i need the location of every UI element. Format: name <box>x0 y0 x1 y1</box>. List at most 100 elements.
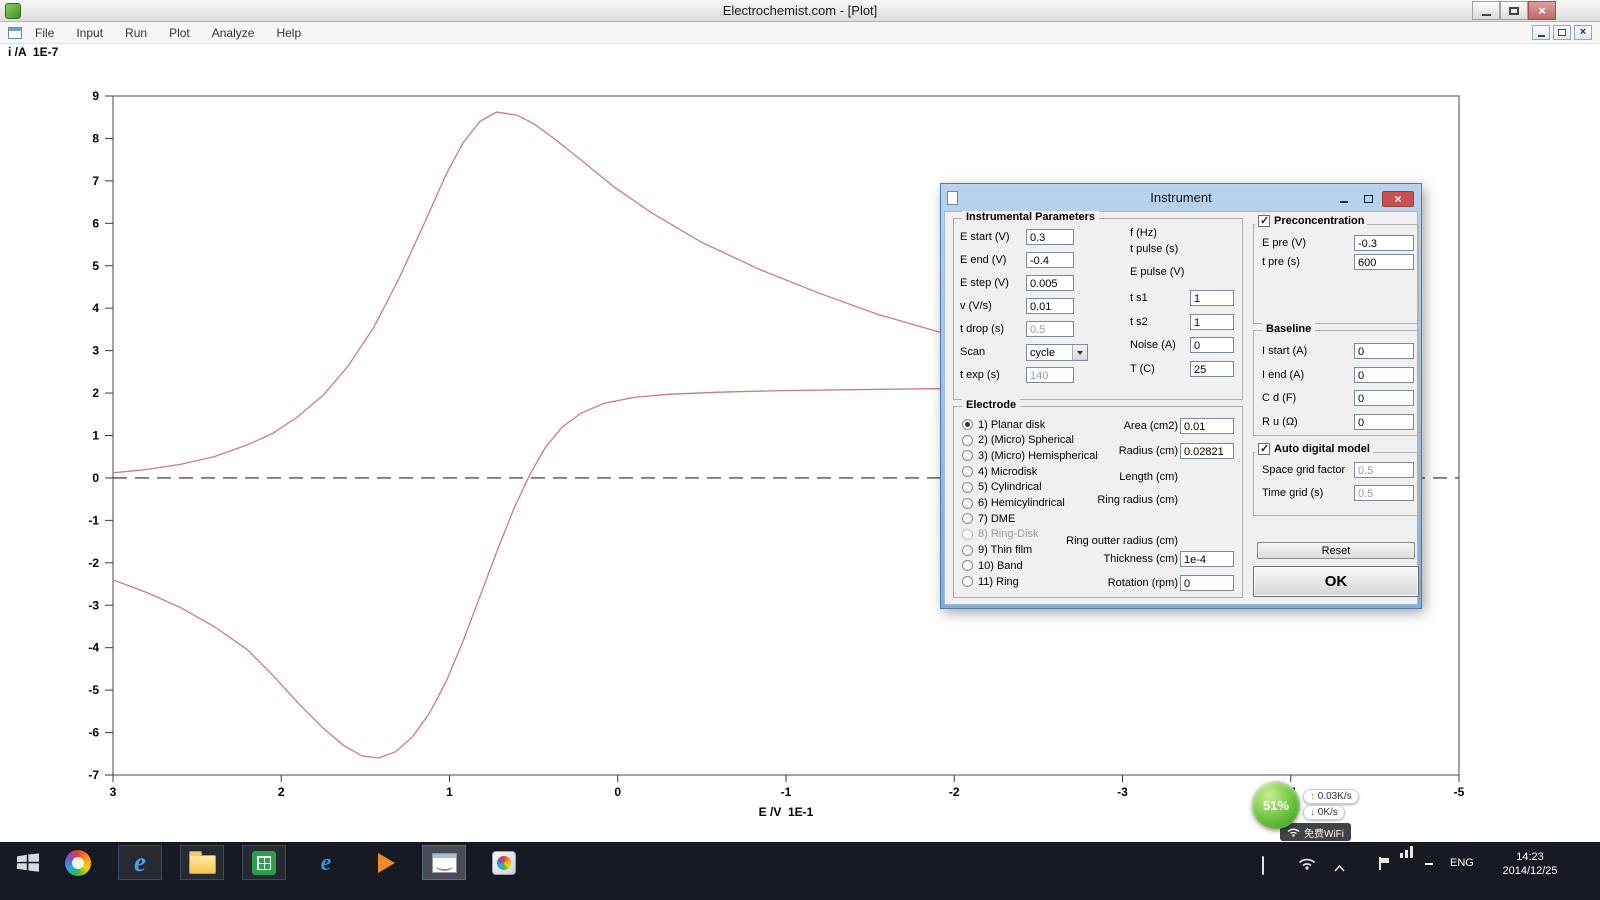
up-arrow-icon: ↑ <box>1310 791 1315 802</box>
taskbar-internet-explorer[interactable]: e <box>118 845 162 880</box>
taskbar-media-player[interactable] <box>364 845 408 880</box>
touch-keyboard-button[interactable] <box>1262 857 1264 875</box>
field-label: Area (cm2) <box>1014 420 1178 432</box>
field-label: T (C) <box>1130 363 1155 375</box>
maximize-icon <box>1364 195 1373 203</box>
e-end-v-input[interactable]: -0.4 <box>1026 252 1074 268</box>
download-speed: 0K/s <box>1318 807 1338 818</box>
ok-button[interactable]: OK <box>1253 566 1419 597</box>
i-start-a-input[interactable]: 0 <box>1354 343 1414 359</box>
y-tick-label: -7 <box>88 768 99 782</box>
x-axis-title: E /V 1E-1 <box>706 805 866 819</box>
taskbar-file-explorer[interactable] <box>180 845 224 880</box>
electrode-option-11-ring[interactable]: 11) Ring <box>962 575 1019 588</box>
menu-help[interactable]: Help <box>265 22 312 44</box>
field-label: Rotation (rpm) <box>1014 577 1178 589</box>
clock-time: 14:23 <box>1492 850 1568 864</box>
chevron-up-icon <box>1334 865 1345 872</box>
r-u-input[interactable]: 0 <box>1354 414 1414 430</box>
network-button[interactable] <box>1298 856 1316 875</box>
electrode-option-7-dme[interactable]: 7) DME <box>962 512 1015 525</box>
dialog-maximize-button[interactable] <box>1358 191 1378 206</box>
scan-select[interactable]: cycle <box>1026 344 1088 361</box>
field-label: E end (V) <box>960 254 1006 266</box>
v-v-s-input[interactable]: 0.01 <box>1026 298 1074 314</box>
360-browser-icon <box>65 850 91 876</box>
field-label: t exp (s) <box>960 369 1000 381</box>
e-pre-v-input[interactable]: -0.3 <box>1354 235 1414 251</box>
window-maximize-button[interactable] <box>1500 1 1528 20</box>
plot-window-icon <box>432 853 457 873</box>
checkbox-icon <box>1258 215 1270 227</box>
preconcentration-checkbox[interactable]: Preconcentration <box>1255 215 1367 227</box>
mdi-minimize-button[interactable] <box>1532 25 1550 40</box>
area-cm2-input[interactable]: 0.01 <box>1180 418 1234 434</box>
radio-icon <box>962 435 973 446</box>
group-title: Electrode <box>962 399 1020 411</box>
speed-ball[interactable]: 51% <box>1252 781 1300 829</box>
select-value: cycle <box>1030 347 1055 359</box>
field-label: t drop (s) <box>960 323 1004 335</box>
radio-icon <box>962 482 973 493</box>
close-icon: × <box>1394 192 1401 206</box>
mdi-restore-button[interactable] <box>1553 25 1571 40</box>
time-grid-s-input: 0.5 <box>1354 485 1414 501</box>
t-s1-input[interactable]: 1 <box>1190 290 1234 306</box>
taskbar-360-browser[interactable] <box>56 845 100 880</box>
field-label: t s1 <box>1130 292 1148 304</box>
field-label: E pulse (V) <box>1130 266 1184 278</box>
dialog-minimize-button[interactable] <box>1334 191 1354 206</box>
y-tick-label: -4 <box>88 641 99 655</box>
mdi-close-button[interactable]: × <box>1574 25 1592 40</box>
menu-input[interactable]: Input <box>65 22 114 44</box>
radio-icon <box>962 513 973 524</box>
radio-label: 7) DME <box>978 513 1015 525</box>
y-tick-label: -6 <box>88 726 99 740</box>
window-close-button[interactable]: × <box>1528 1 1556 20</box>
c-d-f-input[interactable]: 0 <box>1354 390 1414 406</box>
field-label: I start (A) <box>1262 345 1307 357</box>
field-label: Time grid (s) <box>1262 487 1323 499</box>
t-s2-input[interactable]: 1 <box>1190 314 1234 330</box>
taskbar-paint-app[interactable] <box>482 845 526 880</box>
auto-digital-model-checkbox[interactable]: Auto digital model <box>1255 443 1373 455</box>
menu-file[interactable]: File <box>24 22 65 44</box>
reset-button[interactable]: Reset <box>1257 542 1415 559</box>
dropdown-arrow-icon[interactable] <box>1072 345 1087 360</box>
radio-label: 11) Ring <box>978 576 1019 588</box>
i-end-a-input[interactable]: 0 <box>1354 367 1414 383</box>
x-tick-label: -2 <box>949 785 960 799</box>
show-hidden-icons-button[interactable] <box>1334 859 1345 877</box>
close-icon: × <box>1580 27 1586 38</box>
x-tick-label: -3 <box>1117 785 1128 799</box>
menu-plot[interactable]: Plot <box>158 22 201 44</box>
wifi-icon <box>1287 827 1300 837</box>
x-tick-label: 1 <box>446 785 453 799</box>
taskbar-clock[interactable]: 14:23 2014/12/25 <box>1492 850 1568 878</box>
radius-cm-input[interactable]: 0.02821 <box>1180 443 1234 459</box>
free-wifi-badge[interactable]: 免费WiFi <box>1280 823 1351 841</box>
window-minimize-button[interactable] <box>1472 1 1500 20</box>
e-start-v-input[interactable]: 0.3 <box>1026 229 1074 245</box>
start-button[interactable] <box>8 845 48 880</box>
t-pre-s-input[interactable]: 600 <box>1354 254 1414 270</box>
internet-explorer-icon: e <box>321 851 332 875</box>
thickness-cm-input[interactable]: 1e-4 <box>1180 551 1234 567</box>
y-tick-label: 2 <box>92 386 99 400</box>
e-step-v-input[interactable]: 0.005 <box>1026 275 1074 291</box>
radio-icon <box>962 576 973 587</box>
dialog-close-button[interactable]: × <box>1382 191 1414 207</box>
minimize-icon <box>1340 201 1348 203</box>
taskbar-internet-explorer-2[interactable]: e <box>304 845 348 880</box>
t-c-input[interactable]: 25 <box>1190 361 1234 377</box>
dialog-titlebar[interactable]: Instrument × <box>944 187 1418 211</box>
mdi-child-icon[interactable] <box>8 27 22 39</box>
rotation-rpm-input[interactable]: 0 <box>1180 575 1234 591</box>
language-indicator[interactable]: ENG <box>1450 857 1474 869</box>
menu-run[interactable]: Run <box>114 22 158 44</box>
noise-a-input[interactable]: 0 <box>1190 337 1234 353</box>
menu-analyze[interactable]: Analyze <box>201 22 266 44</box>
taskbar-spreadsheet-app[interactable] <box>242 845 286 880</box>
taskbar-electrochemist-app[interactable] <box>422 845 466 880</box>
radio-icon <box>962 419 973 430</box>
